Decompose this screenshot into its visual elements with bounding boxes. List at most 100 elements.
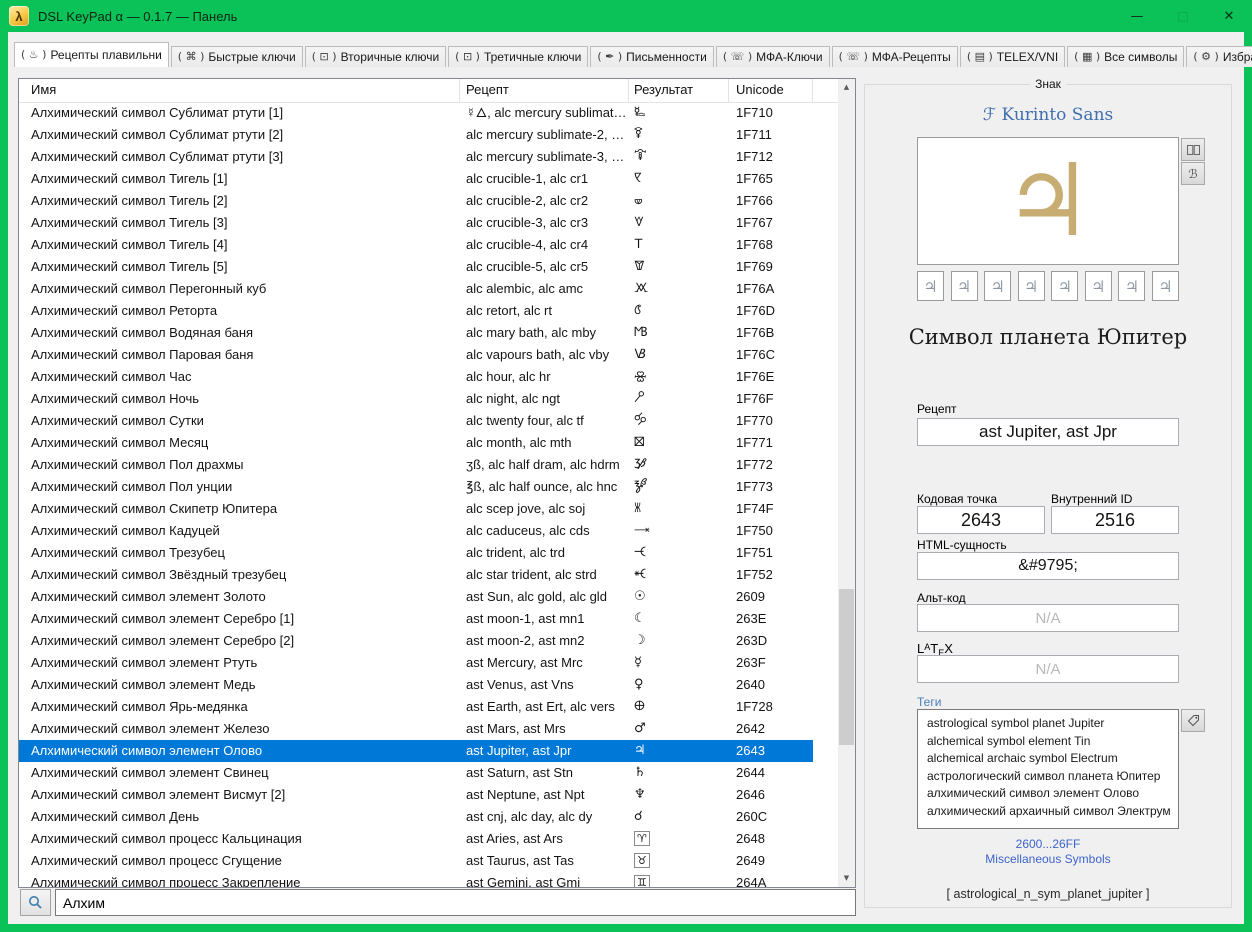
internal-id-field[interactable] bbox=[1051, 506, 1179, 534]
table-row[interactable]: Алхимический символ Ночь alc night, alc … bbox=[19, 388, 838, 410]
result-glyph: 🜨 bbox=[634, 699, 645, 714]
alt-code-field[interactable] bbox=[917, 604, 1179, 632]
fraktur-b-icon: ℬ bbox=[1188, 167, 1197, 181]
table-row[interactable]: Алхимический символ Реторта alc retort, … bbox=[19, 300, 838, 322]
cell-result: ♃ bbox=[629, 740, 729, 762]
table-row[interactable]: Алхимический символ Звёздный трезубец al… bbox=[19, 564, 838, 586]
block-name-link[interactable]: Miscellaneous Symbols bbox=[865, 852, 1231, 867]
table-row[interactable]: Алхимический символ Трезубец alc trident… bbox=[19, 542, 838, 564]
tab-melt-recipes[interactable]: ( ♨ ) Рецепты плавильни bbox=[14, 42, 169, 67]
column-header-unicode[interactable]: Unicode bbox=[729, 79, 813, 102]
tags-label: Теги bbox=[917, 695, 941, 709]
maximize-button[interactable]: □ bbox=[1160, 0, 1206, 32]
cell-result: 🜒 bbox=[629, 146, 729, 168]
table-scrollbar[interactable]: ▲ ▼ bbox=[838, 79, 855, 887]
table-row[interactable]: Алхимический символ Месяц alc month, alc… bbox=[19, 432, 838, 454]
result-glyph: 🝬 bbox=[634, 347, 646, 362]
table-row[interactable]: Алхимический символ Скипетр Юпитера alc … bbox=[19, 498, 838, 520]
cell-name: Алхимический символ элемент Ртуть bbox=[19, 652, 460, 674]
scroll-down-icon[interactable]: ▼ bbox=[838, 870, 855, 887]
column-header-recipe[interactable]: Рецепт bbox=[460, 79, 629, 102]
glyph-variant-box[interactable]: ♃ bbox=[951, 271, 978, 301]
search-input[interactable] bbox=[55, 889, 856, 916]
glyph-info-button[interactable] bbox=[1181, 138, 1205, 161]
table-row[interactable]: Алхимический символ элемент Медь ast Ven… bbox=[19, 674, 838, 696]
glyph-variant-box[interactable]: ♃ bbox=[917, 271, 944, 301]
cell-spacer bbox=[813, 674, 838, 696]
table-row[interactable]: Алхимический символ Тигель [2] alc cruci… bbox=[19, 190, 838, 212]
glyph-variant-box[interactable]: ♃ bbox=[1152, 271, 1179, 301]
cell-spacer bbox=[813, 564, 838, 586]
tab-quick-keys[interactable]: ( ⌘ ) Быстрые ключи bbox=[171, 46, 303, 67]
latex-field[interactable] bbox=[917, 655, 1179, 683]
table-row[interactable]: Алхимический символ Сутки alc twenty fou… bbox=[19, 410, 838, 432]
table-row[interactable]: Алхимический символ элемент Свинец ast S… bbox=[19, 762, 838, 784]
edit-tags-button[interactable] bbox=[1181, 709, 1205, 732]
cell-unicode: 1F773 bbox=[729, 476, 813, 498]
cell-name: Алхимический символ элемент Олово bbox=[19, 740, 460, 762]
close-button[interactable]: ✕ bbox=[1206, 0, 1252, 32]
tab-ipa-keys[interactable]: ( ☏ ) МФА-Ключи bbox=[716, 46, 830, 67]
code-point-field[interactable] bbox=[917, 506, 1045, 534]
glyph-style-button[interactable]: ℬ bbox=[1181, 162, 1205, 185]
table-row[interactable]: Алхимический символ Пол унции ℥ß, alc ha… bbox=[19, 476, 838, 498]
table-row[interactable]: Алхимический символ Водяная баня alc mar… bbox=[19, 322, 838, 344]
tab-tertiary-keys[interactable]: ( ⊡ ) Третичные ключи bbox=[448, 46, 588, 67]
search-button[interactable] bbox=[20, 889, 51, 916]
table-row[interactable]: Алхимический символ Тигель [4] alc cruci… bbox=[19, 234, 838, 256]
table-row[interactable]: Алхимический символ Кадуцей alc caduceus… bbox=[19, 520, 838, 542]
tab-secondary-keys[interactable]: ( ⊡ ) Вторичные ключи bbox=[305, 46, 446, 67]
table-row[interactable]: Алхимический символ Сублимат ртути [3] a… bbox=[19, 146, 838, 168]
tab-ipa-recipes[interactable]: ( ☏ ) МФА-Рецепты bbox=[832, 46, 958, 67]
recipe-field[interactable] bbox=[917, 418, 1179, 446]
table-row[interactable]: Алхимический символ Сублимат ртути [2] a… bbox=[19, 124, 838, 146]
table-row[interactable]: Алхимический символ элемент Серебро [2] … bbox=[19, 630, 838, 652]
scroll-up-icon[interactable]: ▲ bbox=[838, 79, 855, 96]
tab-all-symbols[interactable]: ( ▦ ) Все символы bbox=[1067, 46, 1184, 67]
tab-scripts[interactable]: ( ✒ ) Письменности bbox=[590, 46, 713, 67]
cell-name: Алхимический символ Пол унции bbox=[19, 476, 460, 498]
tab-favorites[interactable]: ( ⚙ ) Избранное bbox=[1186, 46, 1252, 67]
block-range-link[interactable]: 2600...26FF bbox=[865, 837, 1231, 852]
html-entity-field[interactable] bbox=[917, 552, 1179, 580]
glyph-variant-box[interactable]: ♃ bbox=[1085, 271, 1112, 301]
cell-unicode: 2642 bbox=[729, 718, 813, 740]
table-row[interactable]: Алхимический символ элемент Железо ast M… bbox=[19, 718, 838, 740]
table-row[interactable]: Алхимический символ Перегонный куб alc a… bbox=[19, 278, 838, 300]
column-header-result[interactable]: Результат bbox=[629, 79, 729, 102]
table-row[interactable]: Алхимический символ Сублимат ртути [1] ☿… bbox=[19, 102, 838, 124]
table-row[interactable]: Алхимический символ элемент Ртуть ast Me… bbox=[19, 652, 838, 674]
scrollbar-thumb[interactable] bbox=[839, 589, 854, 745]
table-row[interactable]: Алхимический символ Тигель [1] alc cruci… bbox=[19, 168, 838, 190]
table-row[interactable]: Алхимический символ процесс Кальцинация … bbox=[19, 828, 838, 850]
cell-recipe: alc mercury sublimate-3, … bbox=[460, 146, 629, 168]
table-row[interactable]: Алхимический символ элемент Висмут [2] a… bbox=[19, 784, 838, 806]
table-row[interactable]: Алхимический символ День ast cnj, alc da… bbox=[19, 806, 838, 828]
result-glyph: 🝦 bbox=[634, 193, 643, 208]
table-row[interactable]: Алхимический символ элемент Золото ast S… bbox=[19, 586, 838, 608]
glyph-variant-box[interactable]: ♃ bbox=[1051, 271, 1078, 301]
tags-list[interactable]: astrological symbol planet Jupiteralchem… bbox=[917, 709, 1179, 829]
table-row[interactable]: Алхимический символ элемент Серебро [1] … bbox=[19, 608, 838, 630]
table-row[interactable]: Алхимический символ Тигель [5] alc cruci… bbox=[19, 256, 838, 278]
table-row[interactable]: Алхимический символ Паровая баня alc vap… bbox=[19, 344, 838, 366]
cell-unicode: 1F710 bbox=[729, 102, 813, 124]
table-row[interactable]: Алхимический символ Тигель [3] alc cruci… bbox=[19, 212, 838, 234]
table-row[interactable]: Алхимический символ процесс Сгущение ast… bbox=[19, 850, 838, 872]
glyph-variant-box[interactable]: ♃ bbox=[1018, 271, 1045, 301]
glyph-variant-box[interactable]: ♃ bbox=[1118, 271, 1145, 301]
result-glyph: ☽ bbox=[634, 633, 646, 648]
table-row[interactable]: Алхимический символ Ярь-медянка ast Eart… bbox=[19, 696, 838, 718]
table-row[interactable]: Алхимический символ Час alc hour, alc hr… bbox=[19, 366, 838, 388]
tab-telex-vni[interactable]: ( ▤ ) TELEX/VNI bbox=[960, 46, 1065, 67]
table-row[interactable]: Алхимический символ элемент Олово ast Ju… bbox=[19, 740, 838, 762]
table-row[interactable]: Алхимический символ процесс Закрепление … bbox=[19, 872, 838, 887]
minimize-button[interactable]: — bbox=[1114, 0, 1160, 32]
tab-icon: ( ⌘ ) bbox=[178, 47, 205, 67]
table-row[interactable]: Алхимический символ Пол драхмы ʒß, alc h… bbox=[19, 454, 838, 476]
cell-spacer bbox=[813, 542, 838, 564]
glyph-variant-box[interactable]: ♃ bbox=[984, 271, 1011, 301]
font-name-link[interactable]: ℱ Kurinto Sans bbox=[865, 105, 1231, 125]
column-header-name[interactable]: Имя bbox=[19, 79, 460, 102]
sign-panel-label: Знак bbox=[1030, 77, 1066, 91]
